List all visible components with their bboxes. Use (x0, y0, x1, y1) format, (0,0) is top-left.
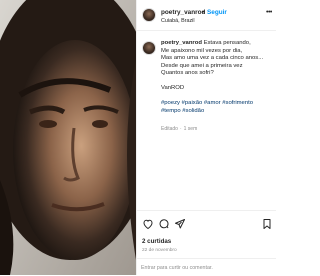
heart-icon[interactable] (142, 218, 154, 230)
caption-signature: VanROD (161, 85, 185, 91)
more-options-icon[interactable]: ••• (266, 9, 272, 16)
caption-line (161, 78, 276, 86)
share-icon[interactable] (174, 218, 186, 230)
post-caption: poetry_vanrod Estava pensando, Me apaixo… (161, 40, 276, 115)
comment-bar (137, 258, 276, 276)
caption-line: Me apaixono mil vezes por dia, (161, 47, 243, 54)
hashtag-line[interactable]: #poezy #paixão #amor #sofrimento (161, 100, 276, 108)
username-link[interactable]: poetry_vanrod (161, 9, 205, 16)
follow-button[interactable]: Seguir (207, 9, 227, 16)
caption-line: Estava pensando, (203, 40, 251, 46)
hashtag-line[interactable]: #tempo #solidão (161, 108, 276, 116)
caption-line: Desde que amei a primeira vez (161, 62, 243, 69)
post-image[interactable] (0, 0, 136, 275)
meta-dot: · (179, 126, 182, 132)
post-age[interactable]: 1 sem (184, 126, 198, 132)
caption-line: Quantos anos sofri? (161, 70, 214, 76)
likes-count[interactable]: 2 curtidas (142, 238, 171, 245)
location-link[interactable]: Cuiabá, Brazil (161, 18, 195, 24)
edited-label: Editado (161, 126, 178, 132)
caption-meta: Editado · 1 sem (161, 126, 197, 132)
caption-line: Mas amo uma vez a cada cinco anos... (161, 55, 264, 61)
post-header: poetry_vanrod • Seguir Cuiabá, Brazil ••… (137, 0, 276, 31)
action-bar (137, 210, 276, 233)
portrait-painting-icon (0, 0, 136, 275)
caption-line (161, 93, 276, 101)
post-date[interactable]: 22 de novembro (142, 248, 177, 253)
bookmark-icon[interactable] (261, 218, 273, 230)
comment-input[interactable] (141, 262, 271, 273)
caption-username[interactable]: poetry_vanrod (161, 40, 202, 46)
caption-avatar[interactable] (142, 41, 156, 55)
avatar[interactable] (142, 8, 156, 22)
post-detail-panel: poetry_vanrod • Seguir Cuiabá, Brazil ••… (136, 0, 276, 276)
comment-icon[interactable] (158, 218, 170, 230)
separator-dot: • (202, 9, 205, 16)
